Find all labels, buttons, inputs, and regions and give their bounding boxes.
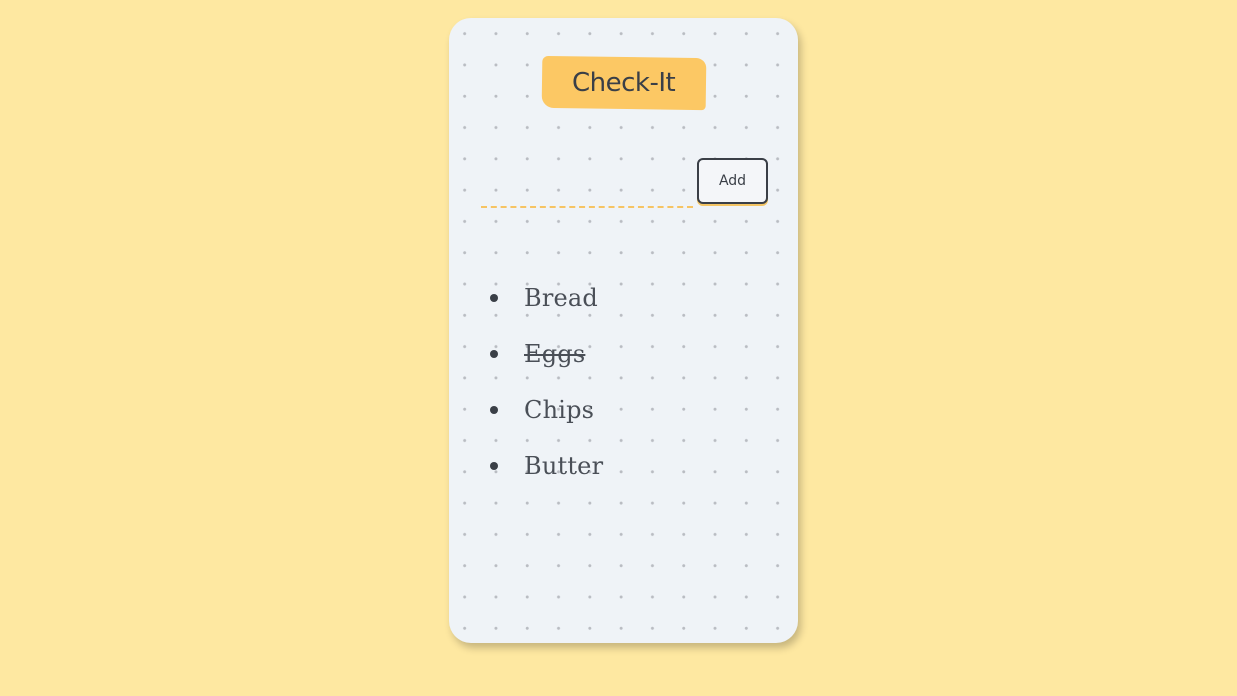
list-item-label: Chips: [524, 396, 595, 424]
list-item[interactable]: Eggs: [490, 326, 603, 382]
list-item-label: Eggs: [524, 340, 586, 368]
list-item[interactable]: Butter: [490, 438, 603, 494]
add-button[interactable]: Add: [697, 158, 768, 204]
list-item-label: Butter: [524, 452, 604, 480]
list-item[interactable]: Chips: [490, 382, 603, 438]
bullet-icon: [490, 350, 498, 358]
new-item-input[interactable]: [481, 206, 693, 208]
bullet-icon: [490, 462, 498, 470]
todo-list: Bread Eggs Chips Butter: [490, 270, 603, 494]
bullet-icon: [490, 294, 498, 302]
list-item[interactable]: Bread: [490, 270, 603, 326]
title-banner: Check-It: [541, 55, 707, 111]
bullet-icon: [490, 406, 498, 414]
list-item-label: Bread: [524, 284, 598, 312]
app-title: Check-It: [572, 67, 676, 98]
todo-card: Check-It Add Bread Eggs Chips Butter: [449, 18, 798, 643]
